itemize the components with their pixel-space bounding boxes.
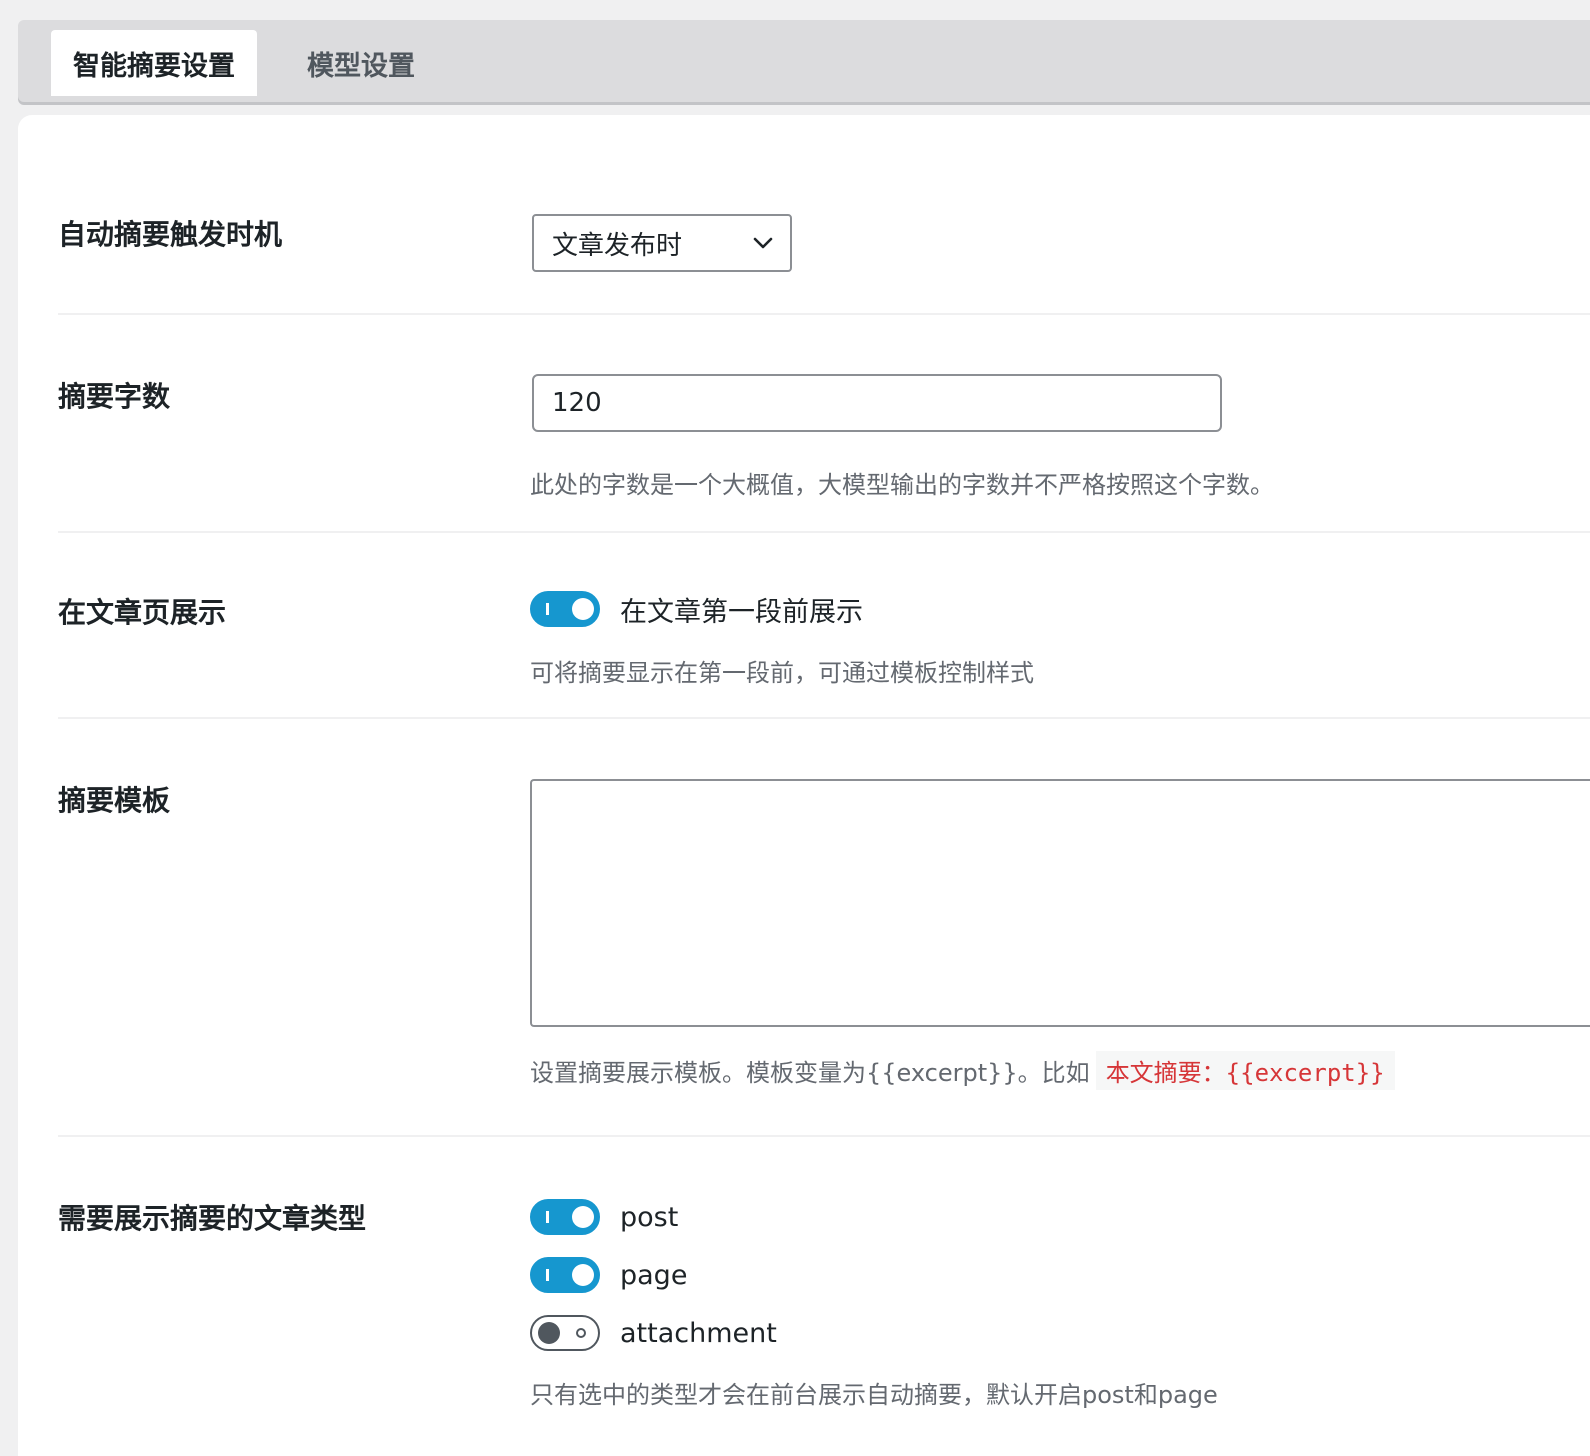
chevron-down-icon (753, 237, 773, 249)
template-label: 摘要模板 (58, 784, 171, 817)
post-types-row: 需要展示摘要的文章类型 post page attachment 只有选中的类型… (58, 1137, 1590, 1456)
post-type-label: page (620, 1259, 688, 1291)
toggle-switch[interactable] (530, 591, 600, 627)
toggle-knob (538, 1322, 560, 1344)
toggle-on-mark (546, 1269, 549, 1281)
post-type-toggle-post[interactable]: post (530, 1197, 678, 1237)
length-label: 摘要字数 (58, 380, 171, 413)
toggle-on-mark (546, 1211, 549, 1223)
tabs-bar: 智能摘要设置 模型设置 (18, 20, 1590, 102)
trigger-select[interactable]: 文章发布时 (532, 214, 792, 272)
post-type-toggle-page[interactable]: page (530, 1255, 687, 1295)
toggle-knob (572, 1206, 594, 1228)
excerpt-length-input[interactable] (532, 374, 1222, 432)
length-description: 此处的字数是一个大概值，大模型输出的字数并不严格按照这个字数。 (530, 471, 1274, 499)
trigger-select-value: 文章发布时 (552, 230, 683, 261)
template-description: 设置摘要展示模板。模板变量为{{excerpt}}。比如 本文摘要：{{excer… (530, 1051, 1395, 1090)
trigger-label: 自动摘要触发时机 (58, 218, 283, 251)
display-toggle-label: 在文章第一段前展示 (620, 596, 863, 628)
template-row: 摘要模板 设置摘要展示模板。模板变量为{{excerpt}}。比如 本文摘要：{{… (58, 719, 1590, 1137)
display-row: 在文章页展示 在文章第一段前展示 可将摘要显示在第一段前，可通过模板控制样式 (58, 533, 1590, 719)
post-type-toggle-attachment[interactable]: attachment (530, 1313, 777, 1353)
template-description-text: 设置摘要展示模板。模板变量为{{excerpt}}。比如 (530, 1059, 1090, 1087)
post-types-label: 需要展示摘要的文章类型 (58, 1202, 367, 1235)
toggle-off-mark (576, 1328, 586, 1338)
toggle-on-mark (546, 603, 549, 615)
settings-panel: 自动摘要触发时机 文章发布时 摘要字数 此处的字数是一个大概值，大模型输出的字数… (18, 115, 1590, 1456)
template-textarea[interactable] (530, 779, 1590, 1027)
toggle-switch[interactable] (530, 1315, 600, 1351)
display-toggle[interactable]: 在文章第一段前展示 (530, 589, 863, 629)
length-row: 摘要字数 此处的字数是一个大概值，大模型输出的字数并不严格按照这个字数。 (58, 315, 1590, 533)
toggle-switch[interactable] (530, 1257, 600, 1293)
tab-model-settings[interactable]: 模型设置 (276, 30, 446, 96)
trigger-row: 自动摘要触发时机 文章发布时 (58, 115, 1590, 315)
toggle-knob (572, 1264, 594, 1286)
display-label: 在文章页展示 (58, 596, 227, 629)
post-types-description: 只有选中的类型才会在前台展示自动摘要，默认开启post和page (530, 1381, 1218, 1409)
tab-smart-excerpt-settings[interactable]: 智能摘要设置 (51, 30, 257, 96)
display-description: 可将摘要显示在第一段前，可通过模板控制样式 (530, 659, 1034, 687)
template-example-code: 本文摘要：{{excerpt}} (1095, 1051, 1395, 1090)
toggle-knob (572, 598, 594, 620)
toggle-switch[interactable] (530, 1199, 600, 1235)
post-type-label: post (620, 1201, 679, 1233)
post-type-label: attachment (620, 1317, 777, 1349)
